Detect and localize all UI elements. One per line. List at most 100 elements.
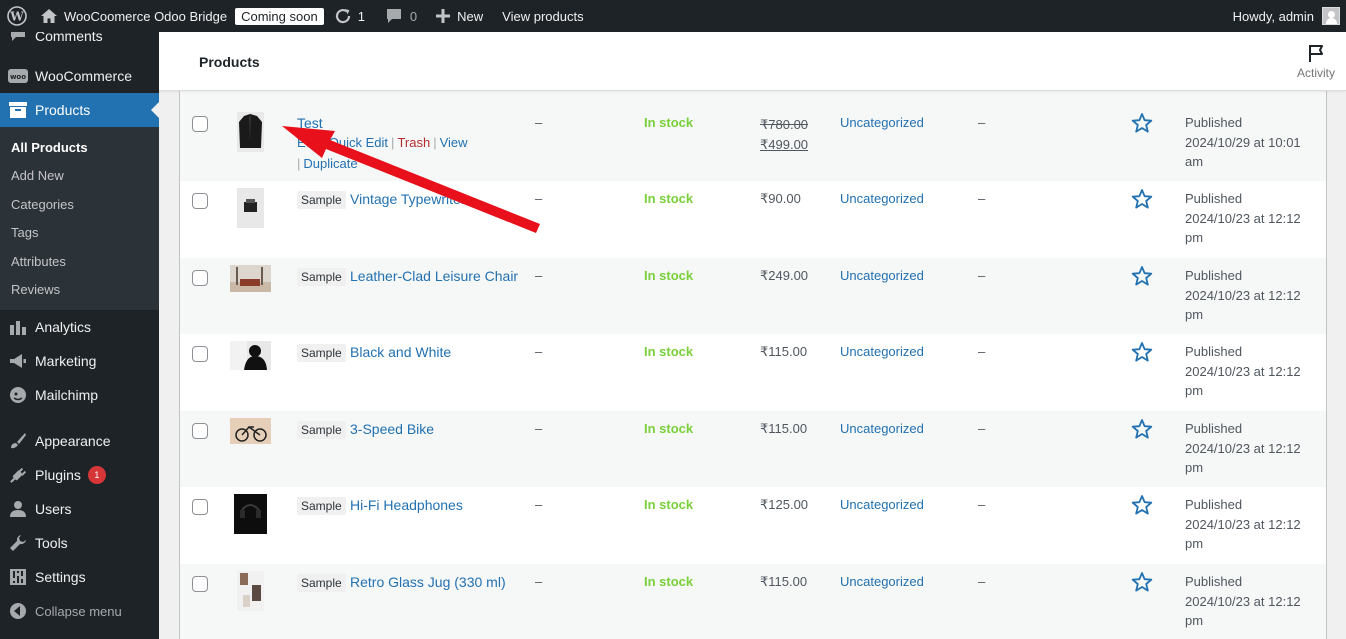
tags-cell: – — [978, 574, 986, 589]
sku-cell: – — [535, 191, 543, 206]
price-cell: ₹780.00 ₹499.00 — [760, 115, 808, 154]
menu-marketing[interactable]: Marketing — [0, 344, 159, 378]
menu-label-plugins: Plugins — [35, 467, 81, 484]
category-link[interactable]: Uncategorized — [840, 115, 924, 130]
site-name: WooCoomerce Odoo Bridge — [64, 8, 228, 24]
menu-settings[interactable]: Settings — [0, 560, 159, 594]
featured-star-icon[interactable] — [1131, 571, 1153, 593]
product-thumbnail[interactable] — [234, 494, 267, 534]
admin-sidebar: Comments woo WooCommerce Products All Pr… — [0, 27, 159, 639]
trash-link[interactable]: Trash — [397, 135, 430, 150]
featured-star-icon[interactable] — [1131, 112, 1153, 134]
featured-star-icon[interactable] — [1131, 418, 1153, 440]
product-thumbnail[interactable] — [237, 571, 264, 611]
collapse-menu-button[interactable]: Collapse menu — [0, 594, 159, 628]
coming-soon-badge[interactable]: Coming soon — [235, 7, 324, 25]
category-link[interactable]: Uncategorized — [840, 574, 924, 589]
menu-label-marketing: Marketing — [35, 353, 97, 370]
row-checkbox[interactable] — [192, 193, 208, 209]
menu-plugins[interactable]: Plugins 1 — [0, 458, 159, 492]
menu-woocommerce[interactable]: woo WooCommerce — [0, 59, 159, 93]
product-thumbnail[interactable] — [230, 418, 271, 444]
table-row: Sample Hi-Fi Headphones – In stock ₹125.… — [180, 487, 1326, 564]
date-cell: Published 2024/10/23 at 12:12 pm — [1185, 421, 1301, 475]
submenu-attributes[interactable]: Attributes — [0, 248, 159, 276]
my-account-link[interactable]: Howdy, admin — [1226, 0, 1346, 32]
product-name-link[interactable]: Hi-Fi Headphones — [350, 497, 463, 513]
updates-link[interactable]: 1 — [327, 0, 372, 32]
page-header: Products Activity — [159, 32, 1346, 91]
tags-cell: – — [978, 344, 986, 359]
stock-status: In stock — [644, 344, 694, 359]
row-checkbox[interactable] — [192, 499, 208, 515]
category-link[interactable]: Uncategorized — [840, 344, 924, 359]
howdy-text: Howdy, admin — [1232, 8, 1314, 24]
avatar — [1322, 7, 1340, 25]
category-link[interactable]: Uncategorized — [840, 497, 924, 512]
table-row: Sample Retro Glass Jug (330 ml) – In sto… — [180, 564, 1326, 639]
sample-badge: Sample — [297, 574, 346, 592]
featured-star-icon[interactable] — [1131, 188, 1153, 210]
sample-badge: Sample — [297, 268, 346, 286]
product-thumbnail[interactable] — [237, 112, 264, 152]
menu-tools[interactable]: Tools — [0, 526, 159, 560]
stock-status: In stock — [644, 268, 694, 283]
menu-appearance[interactable]: Appearance — [0, 424, 159, 458]
menu-label-mailchimp: Mailchimp — [35, 387, 99, 404]
featured-star-icon[interactable] — [1131, 265, 1153, 287]
comments-link[interactable]: 0 — [378, 0, 424, 32]
featured-star-icon[interactable] — [1131, 494, 1153, 516]
svg-text:W: W — [9, 10, 24, 24]
product-name-link[interactable]: Black and White — [350, 344, 451, 360]
wrench-icon — [8, 533, 28, 553]
collapse-menu-label: Collapse menu — [35, 603, 122, 619]
product-name-link[interactable]: Leather-Clad Leisure Chair — [350, 268, 518, 284]
product-thumbnail[interactable] — [230, 341, 271, 370]
price-cell: ₹90.00 — [760, 191, 801, 206]
table-row: Sample Vintage Typewriter – In stock ₹90… — [180, 181, 1326, 258]
product-thumbnail[interactable] — [237, 188, 264, 228]
product-name-link[interactable]: Test — [297, 115, 323, 131]
submenu-tags[interactable]: Tags — [0, 219, 159, 247]
edit-link[interactable]: Edit — [297, 135, 319, 150]
product-name-link[interactable]: 3-Speed Bike — [350, 421, 434, 437]
mailchimp-icon — [8, 385, 28, 405]
site-home-link[interactable]: WooCoomerce Odoo Bridge — [33, 0, 234, 32]
product-name-link[interactable]: Retro Glass Jug (330 ml) — [350, 574, 506, 590]
tags-cell: – — [978, 268, 986, 283]
submenu-add-new[interactable]: Add New — [0, 162, 159, 190]
wordpress-logo-icon[interactable]: W — [1, 0, 33, 32]
view-products-link[interactable]: View products — [495, 0, 590, 32]
row-checkbox[interactable] — [192, 346, 208, 362]
menu-analytics[interactable]: Analytics — [0, 310, 159, 344]
submenu-all-products[interactable]: All Products — [0, 134, 159, 162]
user-icon — [8, 499, 28, 519]
menu-users[interactable]: Users — [0, 492, 159, 526]
megaphone-icon — [8, 351, 28, 371]
duplicate-link[interactable]: Duplicate — [303, 156, 357, 171]
product-name-link[interactable]: Vintage Typewriter — [350, 191, 465, 207]
sku-cell: – — [535, 497, 543, 512]
category-link[interactable]: Uncategorized — [840, 191, 924, 206]
menu-mailchimp[interactable]: Mailchimp — [0, 378, 159, 412]
activity-button[interactable]: Activity — [1286, 32, 1346, 91]
row-checkbox[interactable] — [192, 270, 208, 286]
new-content-link[interactable]: New — [428, 0, 490, 32]
row-checkbox[interactable] — [192, 116, 208, 132]
category-link[interactable]: Uncategorized — [840, 268, 924, 283]
submenu-categories[interactable]: Categories — [0, 191, 159, 219]
menu-products[interactable]: Products — [0, 93, 159, 127]
product-thumbnail[interactable] — [230, 265, 271, 292]
submenu-reviews[interactable]: Reviews — [0, 276, 159, 304]
new-label: New — [457, 8, 484, 24]
activity-label: Activity — [1296, 66, 1335, 80]
row-checkbox[interactable] — [192, 576, 208, 592]
page-title: Products — [199, 54, 260, 70]
view-link[interactable]: View — [440, 135, 468, 150]
quick-edit-link[interactable]: Quick Edit — [329, 135, 388, 150]
sku-cell: – — [535, 344, 543, 359]
stock-status: In stock — [644, 421, 694, 436]
featured-star-icon[interactable] — [1131, 341, 1153, 363]
row-checkbox[interactable] — [192, 423, 208, 439]
category-link[interactable]: Uncategorized — [840, 421, 924, 436]
